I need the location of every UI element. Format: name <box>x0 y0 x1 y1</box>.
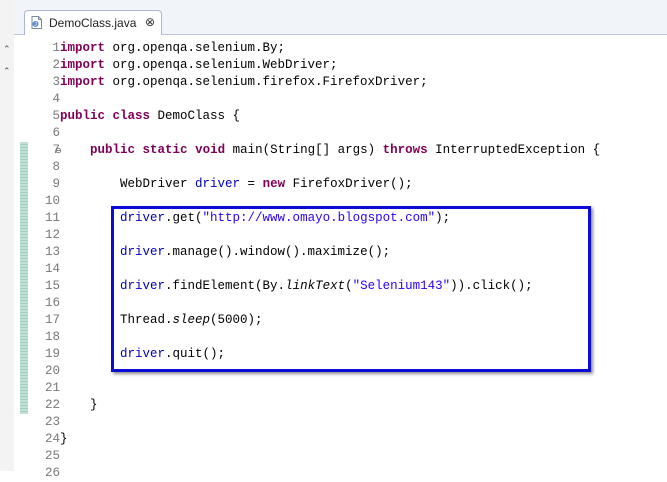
line-number: 22 <box>44 398 60 412</box>
close-icon[interactable]: ⊗ <box>145 15 155 29</box>
line-number: 25 <box>44 449 60 463</box>
line-number: 20 <box>44 364 60 378</box>
code-token: } <box>60 398 98 412</box>
code-token: InterruptedException { <box>427 143 601 157</box>
code-token: class <box>112 109 151 123</box>
line-number: 5 <box>52 109 60 123</box>
restore-arrow-icon[interactable]: ⌃ <box>3 68 11 77</box>
line-number: 9 <box>52 177 60 191</box>
code-token: static <box>142 143 188 157</box>
line-number: 8 <box>52 160 60 174</box>
code-token: org.openqa.selenium.WebDriver; <box>105 58 338 72</box>
line-number: 16 <box>44 296 60 310</box>
line-number: 2 <box>52 58 60 72</box>
line-number: 4 <box>52 92 60 106</box>
code-token: new <box>262 177 286 191</box>
code-line[interactable]: public static void main(String[] args) t… <box>60 142 600 159</box>
line-number: 1 <box>52 41 60 55</box>
code-line[interactable]: import org.openqa.selenium.By; <box>60 40 285 57</box>
code-line[interactable]: import org.openqa.selenium.WebDriver; <box>60 57 338 74</box>
line-number: 11 <box>44 211 60 225</box>
code-token: driver <box>195 177 241 191</box>
code-token: import <box>60 58 106 72</box>
tab-democlass-java[interactable]: J DemoClass.java ⊗ <box>24 10 162 35</box>
line-number: 6 <box>52 126 60 140</box>
tab-title: DemoClass.java <box>49 16 137 30</box>
line-number: 17 <box>44 313 60 327</box>
collapse-arrow-icon[interactable]: ⌃ <box>3 46 11 55</box>
line-number: 19 <box>44 347 60 361</box>
code-line[interactable]: public class DemoClass { <box>60 108 240 125</box>
code-token: import <box>60 75 106 89</box>
code-token: FirefoxDriver(); <box>285 177 413 191</box>
line-number: 23 <box>44 415 60 429</box>
line-number-gutter: 1 2 3 4 5 6 7 ⊖ 8 9 10 11 12 13 14 15 16 17 18 19 20 21 22 23 24… <box>28 35 62 480</box>
line-number: 21 <box>44 381 60 395</box>
code-line[interactable]: } <box>60 431 68 448</box>
java-file-icon: J <box>31 16 42 29</box>
code-token: org.openqa.selenium.firefox.FirefoxDrive… <box>105 75 428 89</box>
code-token: } <box>60 432 68 446</box>
line-number: 18 <box>44 330 60 344</box>
highlight-box <box>111 206 591 372</box>
editor-tab-bar: J DemoClass.java ⊗ <box>14 0 667 35</box>
code-token: throws <box>382 143 428 157</box>
code-token: main(String[] args) <box>225 143 383 157</box>
line-number: 10 <box>44 194 60 208</box>
code-token: public <box>90 143 136 157</box>
change-marker <box>20 142 28 414</box>
line-number: 15 <box>44 279 60 293</box>
code-line[interactable]: import org.openqa.selenium.firefox.Firef… <box>60 74 428 91</box>
line-number: 14 <box>44 262 60 276</box>
line-number: 13 <box>44 245 60 259</box>
code-token: WebDriver <box>60 177 196 191</box>
code-line[interactable]: } <box>60 397 98 414</box>
line-number: 24 <box>44 432 60 446</box>
code-token: public <box>60 109 106 123</box>
left-panel-strip: ⌃ ⌃ <box>0 0 15 471</box>
code-line[interactable]: WebDriver driver = new FirefoxDriver(); <box>60 176 413 193</box>
line-number: 26 <box>44 466 60 480</box>
code-token: = <box>240 177 263 191</box>
line-number: 12 <box>44 228 60 242</box>
change-ruler <box>20 35 28 471</box>
code-token: void <box>195 143 226 157</box>
code-token: DemoClass { <box>150 109 241 123</box>
line-number: 3 <box>52 75 60 89</box>
code-token: import <box>60 41 106 55</box>
code-token: org.openqa.selenium.By; <box>105 41 286 55</box>
